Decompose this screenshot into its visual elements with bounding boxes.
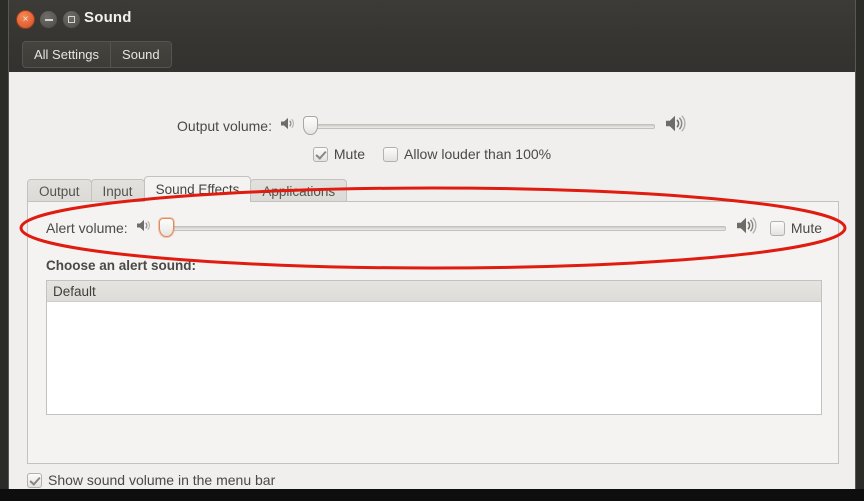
tab-applications[interactable]: Applications xyxy=(250,179,348,202)
output-slider-track xyxy=(302,124,655,129)
close-button[interactable]: × xyxy=(16,10,35,29)
maximize-button[interactable] xyxy=(62,10,81,29)
tab-strip: Output Input Sound Effects Applications xyxy=(27,176,839,202)
output-mute-label: Mute xyxy=(333,146,365,162)
output-options-row: Mute Allow louder than 100% xyxy=(9,146,855,162)
sound-settings-window: × Sound All Settings Sound Output volume… xyxy=(0,0,864,501)
maximize-icon xyxy=(63,11,80,28)
alert-mute-checkbox-box[interactable] xyxy=(769,220,785,236)
window-title: Sound xyxy=(84,9,132,26)
minimize-icon xyxy=(40,11,57,28)
title-bar[interactable]: × Sound All Settings Sound xyxy=(8,0,856,72)
output-volume-label: Output volume: xyxy=(177,118,272,134)
alert-slider-handle[interactable] xyxy=(158,218,174,237)
window-frame-bottom xyxy=(0,489,864,501)
show-volume-checkbox-box[interactable] xyxy=(27,472,42,488)
sound-effects-panel: Alert volume: Mute Choose an alert sound… xyxy=(27,201,839,464)
choose-alert-sound-label: Choose an alert sound: xyxy=(46,258,197,273)
output-mute-checkbox-box[interactable] xyxy=(312,146,328,162)
show-volume-checkbox[interactable]: Show sound volume in the menu bar xyxy=(27,472,275,488)
window-controls: × xyxy=(16,10,81,29)
minimize-button[interactable] xyxy=(39,10,58,29)
sound-button[interactable]: Sound xyxy=(111,42,171,67)
close-icon: × xyxy=(22,13,29,25)
window-frame-right xyxy=(856,0,864,489)
settings-notebook: Output Input Sound Effects Applications … xyxy=(27,176,839,464)
output-volume-row: Output volume: xyxy=(9,114,855,138)
alert-slider-track xyxy=(158,226,726,231)
tab-sound-effects[interactable]: Sound Effects xyxy=(143,176,252,202)
tab-input[interactable]: Input xyxy=(90,179,145,202)
breadcrumb-toolbar: All Settings Sound xyxy=(22,41,172,68)
alert-speaker-high-icon xyxy=(736,216,758,240)
alert-volume-label: Alert volume: xyxy=(46,220,128,236)
show-volume-label: Show sound volume in the menu bar xyxy=(48,472,276,488)
output-volume-slider[interactable] xyxy=(302,116,655,135)
content-area: Output volume: Mute Allow louder than 10… xyxy=(9,72,855,489)
alert-mute-label: Mute xyxy=(790,220,822,236)
alert-sound-list[interactable]: Default xyxy=(46,280,822,415)
allow-louder-checkbox[interactable]: Allow louder than 100% xyxy=(383,146,551,162)
tab-output[interactable]: Output xyxy=(27,179,92,202)
output-mute-checkbox[interactable]: Mute xyxy=(312,146,365,162)
allow-louder-label: Allow louder than 100% xyxy=(404,146,552,162)
all-settings-button[interactable]: All Settings xyxy=(23,42,112,67)
alert-volume-slider[interactable] xyxy=(158,218,726,237)
window-frame-left xyxy=(0,0,8,489)
speaker-low-icon xyxy=(280,116,297,136)
output-slider-handle[interactable] xyxy=(302,116,318,135)
speaker-high-icon xyxy=(665,114,687,138)
alert-volume-row: Alert volume: Mute xyxy=(46,216,822,240)
alert-speaker-low-icon xyxy=(136,218,153,238)
alert-mute-checkbox[interactable]: Mute xyxy=(769,220,822,236)
list-item[interactable]: Default xyxy=(47,281,821,302)
allow-louder-checkbox-box[interactable] xyxy=(383,146,398,162)
